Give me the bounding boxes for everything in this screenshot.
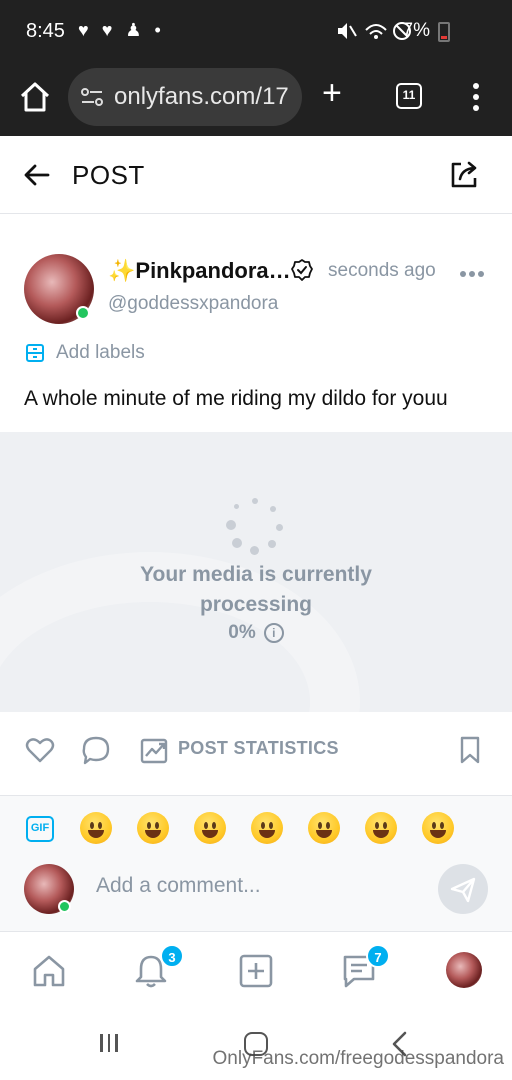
browser-menu-icon[interactable] [466, 80, 486, 116]
tears-of-joy-face-icon[interactable] [194, 812, 226, 844]
author-display-name[interactable]: ✨Pinkpandora… [108, 258, 291, 284]
status-bar: 8:45 ♥ ♥ ♟ • 7% [0, 0, 512, 62]
recent-apps-icon[interactable] [100, 1034, 124, 1056]
author-handle[interactable]: @goddessxpandora [108, 293, 278, 315]
sweat-smile-face-icon[interactable] [365, 812, 397, 844]
processing-line-1: Your media is currently [140, 563, 372, 586]
add-labels-button[interactable]: Add labels [56, 342, 145, 364]
info-icon[interactable]: i [263, 623, 284, 643]
loading-spinner-icon [226, 498, 286, 558]
page-header: POST [0, 136, 512, 214]
squinting-face-icon[interactable] [422, 812, 454, 844]
like-heart-icon[interactable] [24, 734, 56, 766]
new-tab-icon[interactable]: + [322, 76, 342, 110]
emoji-quick-bar: GIF [0, 796, 512, 862]
page-title: POST [72, 160, 145, 190]
online-status-dot [58, 900, 71, 913]
bookmark-icon[interactable] [454, 734, 486, 766]
comment-composer [0, 862, 512, 932]
share-icon[interactable] [448, 158, 480, 190]
battery-percent: 7% [402, 20, 430, 41]
grinning-face-icon[interactable] [80, 812, 112, 844]
post-timestamp: seconds ago [328, 260, 436, 281]
beaming-face-icon[interactable] [137, 812, 169, 844]
processing-message: Your media is currently processing [0, 560, 512, 620]
media-placeholder: Your media is currently processing 0% i [0, 432, 512, 712]
post-actions-bar: POST STATISTICS [0, 712, 512, 796]
send-plane-icon [450, 877, 476, 903]
smiling-eyes-face-icon[interactable] [308, 812, 340, 844]
watermark-text: OnlyFans.com/freegodesspandora [212, 1048, 505, 1069]
status-time: 8:45 [26, 20, 65, 42]
messages-badge: 7 [366, 944, 390, 968]
nav-home-icon[interactable] [30, 952, 68, 990]
online-status-dot [76, 306, 90, 320]
tab-switcher-button[interactable]: 11 [396, 83, 422, 109]
site-settings-icon[interactable] [80, 86, 104, 108]
bottom-navigation: 3 7 [0, 932, 512, 1012]
progress-percent: 0% [228, 622, 256, 643]
nav-new-post-icon[interactable] [237, 952, 275, 990]
post-caption: A whole minute of me riding my dildo for… [24, 387, 448, 410]
battery-icon [438, 22, 450, 42]
home-icon[interactable] [18, 80, 52, 114]
url-text[interactable]: onlyfans.com/17 [114, 83, 289, 111]
grinning-big-eyes-face-icon[interactable] [251, 812, 283, 844]
back-arrow-icon[interactable] [22, 160, 52, 190]
notification-icons: ♥ ♥ ♟ • [78, 20, 165, 40]
send-button[interactable] [438, 864, 488, 914]
more-options-icon[interactable] [460, 264, 490, 277]
nav-profile-avatar[interactable] [446, 952, 482, 988]
processing-progress: 0% i [0, 622, 512, 644]
post-statistics-button[interactable]: POST STATISTICS [178, 738, 339, 759]
processing-line-2: processing [199, 593, 313, 616]
labels-icon[interactable] [24, 342, 46, 364]
browser-toolbar: onlyfans.com/17 + 11 [0, 62, 512, 136]
verified-badge-icon [291, 259, 313, 281]
gif-icon[interactable]: GIF [26, 816, 54, 842]
system-navigation-bar: OnlyFans.com/freegodesspandora [0, 1012, 512, 1080]
comment-input[interactable] [96, 874, 416, 898]
notifications-badge: 3 [160, 944, 184, 968]
statistics-chart-icon[interactable] [138, 734, 170, 766]
address-bar[interactable]: onlyfans.com/17 [68, 68, 302, 126]
comment-bubble-icon[interactable] [80, 734, 112, 766]
